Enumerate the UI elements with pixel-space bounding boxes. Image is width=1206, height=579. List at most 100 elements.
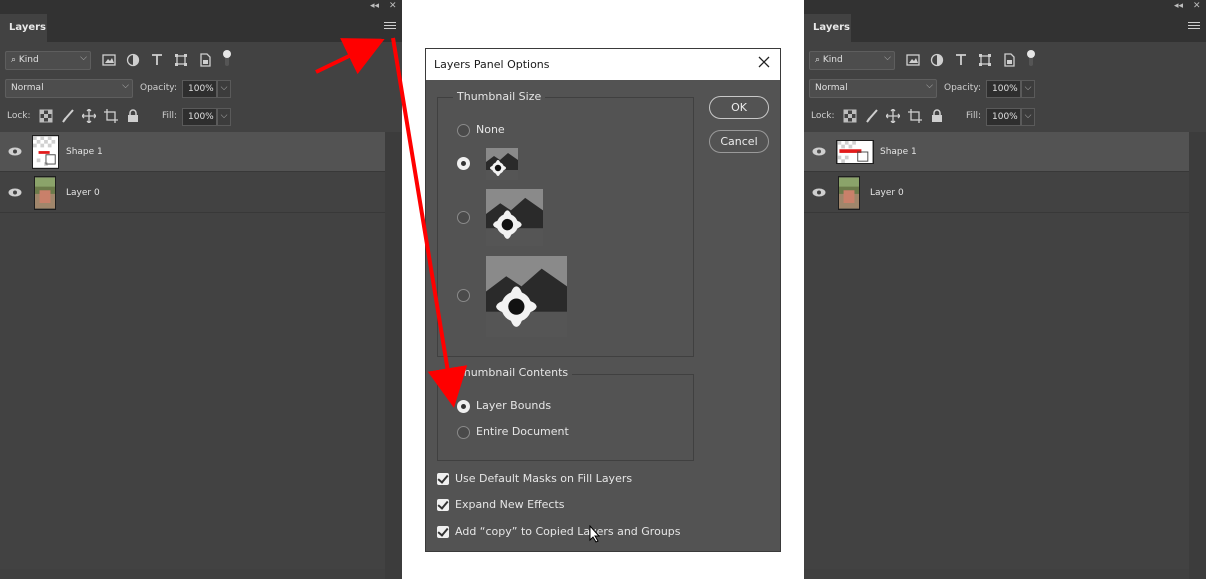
thumbnail-contents-legend: Thumbnail Contents [453,366,573,379]
layer-name: Shape 1 [880,147,917,157]
kind-select[interactable]: ⌕ Kind ⌵ [809,51,895,70]
eye-icon[interactable] [812,147,826,156]
artboard-lock-icon[interactable] [104,109,118,123]
thumbnail-large-preview [486,256,567,337]
artboard-lock-icon[interactable] [908,109,922,123]
move-icon[interactable] [82,109,96,123]
layers-panel-left: ◂◂ ✕ Layers ⌕ Kind ⌵ Normal ⌵ Opacity: 1… [0,0,402,579]
opacity-chevron-icon[interactable]: ⌵ [1021,80,1035,98]
layer-name: Layer 0 [66,188,100,198]
adjustment-filter-icon[interactable] [126,53,140,67]
panel-menu-icon[interactable] [384,22,396,32]
chevron-down-icon: ⌵ [122,81,129,91]
pixel-filter-icon[interactable] [906,53,920,67]
radio-layer-bounds[interactable] [457,400,470,413]
lock-label: Lock: [811,111,835,121]
close-icon[interactable]: ✕ [1193,1,1201,11]
collapse-icon[interactable]: ◂◂ [1174,1,1183,11]
panel-footer [804,569,1189,579]
cancel-button[interactable]: Cancel [709,130,769,153]
layer-thumbnail [836,140,874,164]
eye-icon[interactable] [812,188,826,197]
radio-entire-document[interactable] [457,426,470,439]
radio-thumbnail-large[interactable] [457,289,470,302]
blend-mode-select[interactable]: Normal ⌵ [809,79,937,98]
brush-icon[interactable] [61,109,75,123]
panel-footer [0,569,385,579]
opacity-field[interactable]: 100% [182,80,217,98]
radio-thumbnail-small[interactable] [457,157,470,170]
eye-icon[interactable] [8,188,22,197]
layer-name: Layer 0 [870,188,904,198]
pixel-filter-icon[interactable] [102,53,116,67]
ok-button[interactable]: OK [709,96,769,119]
close-icon[interactable] [758,56,770,68]
panel-tab-row: Layers [0,14,402,42]
checkbox-default-masks[interactable] [437,473,449,485]
blend-mode-value: Normal [815,83,848,93]
layer-row-layer-0[interactable]: Layer 0 [0,173,385,213]
fill-field[interactable]: 100% [182,108,217,126]
kind-select[interactable]: ⌕ Kind ⌵ [5,51,91,70]
panel-top-strip: ◂◂ ✕ [0,0,402,14]
layer-thumbnail [34,176,56,210]
brush-icon[interactable] [865,109,879,123]
type-filter-icon[interactable] [150,53,164,67]
layers-panel-right: ◂◂ ✕ Layers ⌕ Kind ⌵ Normal ⌵ Opacity: 1… [804,0,1206,579]
eye-icon[interactable] [8,147,22,156]
fill-chevron-icon[interactable]: ⌵ [1021,108,1035,126]
close-icon[interactable]: ✕ [389,1,397,11]
mouse-cursor-icon [589,525,601,543]
opacity-field[interactable]: 100% [986,80,1021,98]
dialog-title-bar: Layers Panel Options [426,49,780,80]
radio-thumbnail-medium[interactable] [457,211,470,224]
fill-label: Fill: [966,111,982,121]
lock-label: Lock: [7,111,31,121]
kind-select-value: Kind [18,55,39,65]
checkbox-expand-effects[interactable] [437,499,449,511]
collapse-icon[interactable]: ◂◂ [370,1,379,11]
filter-toggle-icon[interactable] [1026,49,1036,67]
adjustment-filter-icon[interactable] [930,53,944,67]
layers-panel-options-dialog: Layers Panel Options Thumbnail Size None… [425,48,781,552]
checkbox-label-default-masks: Use Default Masks on Fill Layers [455,472,633,485]
smart-object-filter-icon[interactable] [198,53,212,67]
filter-toggle-icon[interactable] [222,49,232,67]
fill-field[interactable]: 100% [986,108,1021,126]
move-icon[interactable] [886,109,900,123]
thumbnail-small-preview [486,148,518,180]
lock-icon[interactable] [126,109,140,123]
scrollbar[interactable] [1189,132,1206,579]
radio-thumbnail-none[interactable] [457,124,470,137]
layer-row-shape-1[interactable]: Shape 1 [0,132,385,172]
shape-filter-icon[interactable] [978,53,992,67]
type-filter-icon[interactable] [954,53,968,67]
layer-row-shape-1[interactable]: Shape 1 [804,132,1189,172]
tab-layers[interactable]: Layers [804,14,851,42]
opacity-label: Opacity: [140,83,177,93]
fill-label: Fill: [162,111,178,121]
screenshot-stage: ◂◂ ✕ Layers ⌕ Kind ⌵ Normal ⌵ Opacity: 1… [0,0,1206,579]
panel-tab-row: Layers [804,14,1206,42]
search-icon: ⌕ [11,55,19,65]
checkbox-add-copy[interactable] [437,526,449,538]
shape-filter-icon[interactable] [174,53,188,67]
lock-transparent-icon[interactable] [39,109,53,123]
smart-object-filter-icon[interactable] [1002,53,1016,67]
blend-mode-value: Normal [11,83,44,93]
scrollbar[interactable] [385,132,402,579]
fill-chevron-icon[interactable]: ⌵ [217,108,231,126]
opacity-chevron-icon[interactable]: ⌵ [217,80,231,98]
radio-label-none: None [476,123,505,136]
opacity-label: Opacity: [944,83,981,93]
lock-icon[interactable] [930,109,944,123]
thumbnail-size-legend: Thumbnail Size [453,90,546,103]
kind-select-value: Kind [822,55,843,65]
lock-transparent-icon[interactable] [843,109,857,123]
tab-layers[interactable]: Layers [0,14,47,42]
layer-thumbnail [838,176,860,210]
blend-mode-select[interactable]: Normal ⌵ [5,79,133,98]
layer-row-layer-0[interactable]: Layer 0 [804,173,1189,213]
panel-menu-icon[interactable] [1188,22,1200,32]
dialog-title: Layers Panel Options [434,58,550,71]
